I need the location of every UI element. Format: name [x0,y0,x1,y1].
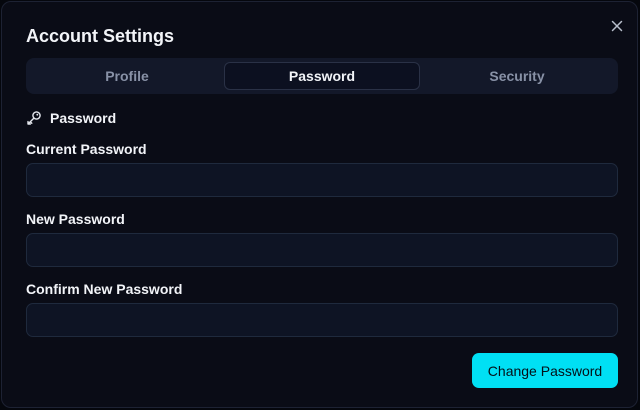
dialog-title: Account Settings [26,26,175,46]
confirm-password-label: Confirm New Password [26,281,183,297]
section-header: Password [26,109,116,127]
key-icon [27,111,41,125]
new-password-label: New Password [26,211,125,227]
close-button[interactable] [608,17,626,35]
change-password-button[interactable]: Change Password [472,353,618,388]
new-password-input[interactable] [26,233,618,267]
account-settings-dialog: Account Settings Profile Password Securi… [1,1,638,408]
current-password-input[interactable] [26,163,618,197]
confirm-password-input[interactable] [26,303,618,337]
settings-tabs: Profile Password Security [26,58,618,94]
tab-password[interactable]: Password [224,62,420,90]
tab-profile[interactable]: Profile [30,62,224,90]
close-icon [611,20,623,32]
current-password-label: Current Password [26,141,147,157]
tab-security[interactable]: Security [420,62,614,90]
section-title: Password [50,110,117,126]
